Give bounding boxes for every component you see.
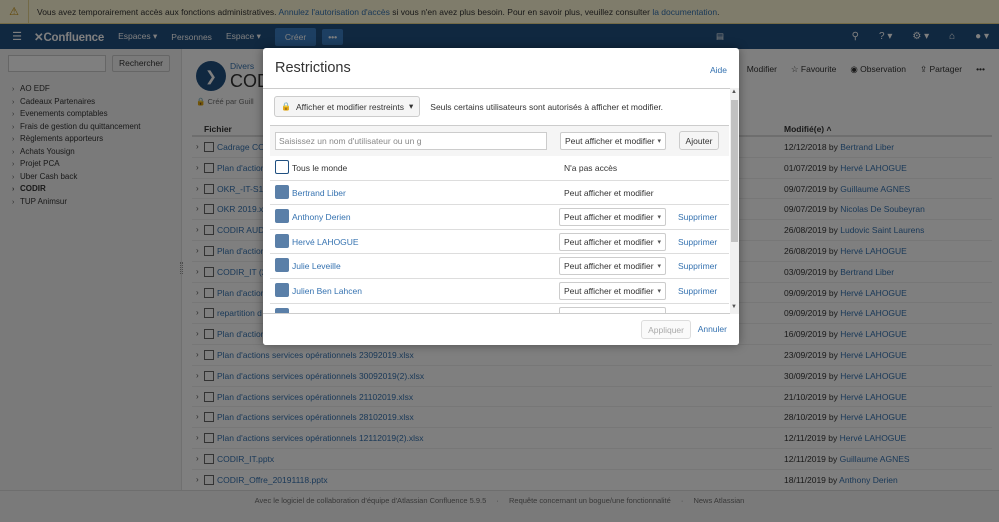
user-permission-row: Julie Leveille Peut afficher et modifier ▾… xyxy=(270,254,729,279)
user-permission-select[interactable]: Peut afficher et modifier▾ xyxy=(559,257,666,276)
user-permission-text: Peut afficher et modifier xyxy=(564,187,654,198)
chevron-down-icon: ▾ xyxy=(657,287,661,295)
user-permission-value: Peut afficher et modifier xyxy=(564,236,654,247)
apply-button[interactable]: Appliquer xyxy=(641,320,691,339)
user-permission-row: Julien Ben Lahcen Peut afficher et modifi… xyxy=(270,278,729,304)
user-permission-row: Tous le monde N'a pas accès xyxy=(270,156,729,181)
user-avatar-icon xyxy=(275,233,289,248)
delete-user-link[interactable]: Supprimer xyxy=(678,261,717,271)
user-name[interactable]: Bertrand Liber xyxy=(292,188,346,198)
restrictions-dialog: Restrictions Aide 🔒 Afficher et modifier… xyxy=(263,48,739,345)
chevron-down-icon: ▾ xyxy=(409,101,414,111)
user-permission-value: Peut afficher et modifier xyxy=(564,212,654,223)
chevron-down-icon: ▾ xyxy=(657,138,661,145)
add-user-button[interactable]: Ajouter xyxy=(679,131,719,150)
user-permission-select[interactable]: Peut afficher et modifier▾ xyxy=(559,306,666,313)
restriction-mode-label: Afficher et modifier restreints xyxy=(295,101,404,112)
lock-icon: 🔒 xyxy=(281,102,291,111)
scroll-down-icon[interactable]: ▼ xyxy=(731,304,737,310)
permission-select-value: Peut afficher et modifier xyxy=(565,136,655,146)
cancel-button[interactable]: Annuler xyxy=(698,324,727,334)
permission-select[interactable]: Peut afficher et modifier ▾ xyxy=(560,132,666,150)
user-name[interactable]: Anthony Derien xyxy=(292,212,351,222)
dialog-scrollbar[interactable]: ▲ ▼ xyxy=(730,88,739,314)
dialog-title: Restrictions xyxy=(275,60,351,76)
user-name[interactable]: Julie Leveille xyxy=(292,261,341,271)
user-avatar-icon xyxy=(275,184,289,199)
user-permission-row: Anthony Derien Peut afficher et modifier ▾… xyxy=(270,205,729,230)
permissions-panel: Saisissez un nom d'utilisateur ou un g P… xyxy=(270,125,729,313)
dialog-body: 🔒 Afficher et modifier restreints ▾ Seul… xyxy=(263,88,739,314)
chevron-down-icon: ▾ xyxy=(657,263,661,271)
restriction-mode-dropdown[interactable]: 🔒 Afficher et modifier restreints ▾ xyxy=(274,96,421,117)
add-user-row: Saisissez un nom d'utilisateur ou un g P… xyxy=(275,130,724,152)
help-link[interactable]: Aide xyxy=(710,65,727,75)
delete-user-link[interactable]: Supprimer xyxy=(678,237,717,247)
user-avatar-icon xyxy=(275,282,289,297)
user-avatar-icon xyxy=(275,209,289,224)
user-search-input[interactable]: Saisissez un nom d'utilisateur ou un g xyxy=(275,132,547,150)
scrollbar-thumb[interactable] xyxy=(731,100,738,242)
user-permission-row: Bertrand Liber Peut afficher et modifier xyxy=(270,180,729,206)
user-avatar-icon xyxy=(275,258,289,273)
user-name[interactable]: Hervé LAHOGUE xyxy=(292,237,359,247)
user-permission-row: laurent cathalanPeut afficher et modifie… xyxy=(270,303,729,313)
scroll-up-icon[interactable]: ▲ xyxy=(731,89,737,95)
chevron-down-icon: ▾ xyxy=(657,214,661,222)
user-permission-list: Tous le monde N'a pas accès Bertrand Liber… xyxy=(270,156,729,313)
user-name: Tous le monde xyxy=(292,163,348,173)
user-permission-row: Hervé LAHOGUE Peut afficher et modifier ▾ S… xyxy=(270,229,729,255)
delete-user-link[interactable]: Supprimer xyxy=(678,286,717,296)
restriction-mode-row: 🔒 Afficher et modifier restreints ▾ Seul… xyxy=(274,96,663,117)
user-permission-value: Peut afficher et modifier xyxy=(564,261,654,272)
user-permission-select[interactable]: Peut afficher et modifier▾ xyxy=(559,281,666,300)
user-permission-value: Peut afficher et modifier xyxy=(564,285,654,296)
user-permission-select[interactable]: Peut afficher et modifier▾ xyxy=(559,232,666,251)
dialog-footer: Appliquer Annuler xyxy=(263,314,739,345)
user-permission-select[interactable]: Peut afficher et modifier▾ xyxy=(559,208,666,227)
chevron-down-icon: ▾ xyxy=(657,238,661,246)
user-permission-text: N'a pas accès xyxy=(564,163,618,173)
delete-user-link[interactable]: Supprimer xyxy=(678,212,717,222)
restriction-description: Seuls certains utilisateurs sont autoris… xyxy=(430,101,664,112)
group-icon xyxy=(275,160,289,174)
user-name[interactable]: Julien Ben Lahcen xyxy=(292,286,362,296)
